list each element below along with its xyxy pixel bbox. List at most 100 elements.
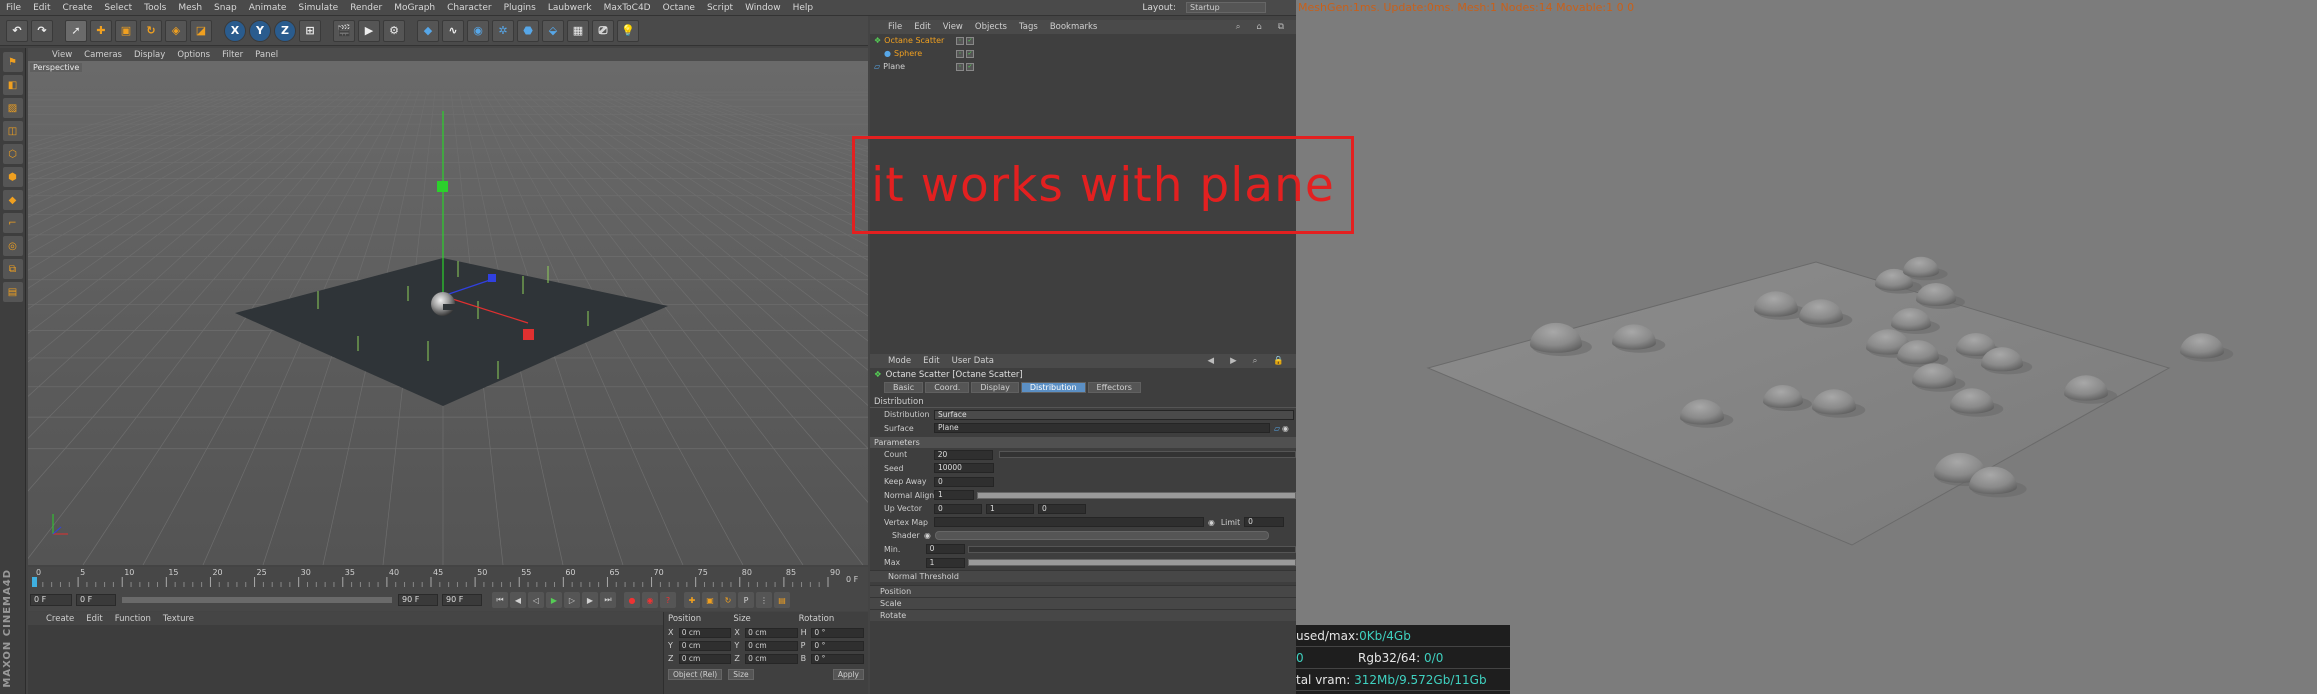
key-scale-icon[interactable]: ▣ — [702, 592, 718, 608]
keep-away-field[interactable]: 0 — [934, 476, 994, 487]
attribute-menu-user-data[interactable]: User Data — [946, 356, 1000, 366]
menu-maxtoc4d[interactable]: MaxToC4D — [598, 3, 657, 13]
render-view-icon[interactable]: 🎬 — [333, 19, 355, 42]
keyframe-selection-icon[interactable]: ? — [660, 592, 676, 608]
key-rotation-icon[interactable]: ↻ — [720, 592, 736, 608]
axis-y-button[interactable]: Y — [249, 19, 271, 42]
menu-mograph[interactable]: MoGraph — [388, 3, 441, 13]
octane-render-viewport[interactable]: MeshGen:1ms. Update:0ms. Mesh:1 Nodes:14… — [1296, 0, 2317, 694]
start-frame-field[interactable]: 0 F — [30, 594, 72, 606]
object-menu-edit[interactable]: Edit — [908, 22, 936, 32]
size-z-field[interactable]: 0 cm — [745, 653, 798, 664]
menu-mesh[interactable]: Mesh — [172, 3, 208, 13]
size-x-field[interactable]: 0 cm — [745, 627, 798, 638]
scene-icon[interactable]: ⬙ — [542, 19, 564, 42]
play-icon[interactable]: ▶ — [546, 592, 562, 608]
home-icon[interactable]: ⌂ — [1251, 22, 1268, 32]
menu-simulate[interactable]: Simulate — [292, 3, 344, 13]
tweak-mode-icon[interactable]: ◎ — [2, 236, 23, 256]
position-x-field[interactable]: 0 cm — [678, 627, 732, 638]
scale-section[interactable]: Scale — [870, 596, 1296, 609]
select-arrow-icon[interactable]: ➚ — [65, 19, 87, 42]
menu-render[interactable]: Render — [344, 3, 388, 13]
max-slider[interactable] — [968, 559, 1297, 567]
camera-icon[interactable]: ⎚ — [592, 19, 614, 42]
axis-x-button[interactable]: X — [224, 19, 246, 42]
move-icon[interactable]: ✚ — [90, 19, 112, 42]
next-frame-icon[interactable]: ▷ — [564, 592, 580, 608]
subdivision-icon[interactable]: ◉ — [467, 19, 489, 42]
parameters-section[interactable]: Parameters — [870, 437, 1296, 448]
rotation-p-field[interactable]: 0 ° — [811, 640, 864, 651]
snap-icon[interactable]: ⧉ — [2, 259, 23, 279]
texture-mode-icon[interactable]: ▨ — [2, 98, 23, 118]
menu-laubwerk[interactable]: Laubwerk — [542, 3, 598, 13]
menu-select[interactable]: Select — [98, 3, 138, 13]
search-icon[interactable]: ⌕ — [1230, 22, 1247, 32]
timeline[interactable]: 0 5 10 15 20 25 30 35 40 45 50 55 60 65 70 75 80 85 90 0 F — [28, 567, 868, 589]
object-row-plane[interactable]: ▱ Plane ◦ ✓ — [870, 60, 1296, 73]
light-icon[interactable]: 💡 — [617, 19, 639, 42]
menu-window[interactable]: Window — [739, 3, 787, 13]
menu-script[interactable]: Script — [701, 3, 739, 13]
workplane-lock-icon[interactable]: ▤ — [2, 282, 23, 302]
deformer-icon[interactable]: ⬣ — [517, 19, 539, 42]
up-vector-y-field[interactable]: 1 — [986, 503, 1034, 514]
menu-file[interactable]: File — [0, 3, 27, 13]
render-settings-icon[interactable]: ⚙ — [383, 19, 405, 42]
material-menu-edit[interactable]: Edit — [80, 614, 108, 624]
menu-create[interactable]: Create — [57, 3, 99, 13]
normal-align-slider[interactable] — [976, 491, 1296, 499]
spline-pen-icon[interactable]: ∿ — [442, 19, 464, 42]
new-view-icon[interactable]: ⧉ — [1272, 22, 1290, 32]
menu-plugins[interactable]: Plugins — [498, 3, 542, 13]
rotation-b-field[interactable]: 0 ° — [811, 653, 864, 664]
make-editable-icon[interactable]: ⚑ — [2, 52, 23, 72]
normal-threshold-section[interactable]: Normal Threshold — [870, 569, 1296, 582]
prev-frame-icon[interactable]: ◁ — [528, 592, 544, 608]
next-key-icon[interactable]: ▶ — [582, 592, 598, 608]
axis-mode-icon[interactable]: ⌐ — [2, 213, 23, 233]
apply-button[interactable]: Apply — [832, 669, 864, 680]
last-tool-icon[interactable]: ◪ — [190, 19, 212, 42]
visibility-icon[interactable]: ◦ — [956, 62, 964, 71]
object-menu-bookmarks[interactable]: Bookmarks — [1044, 22, 1104, 32]
max-field[interactable]: 1 — [925, 557, 966, 568]
viewport-menu-cameras[interactable]: Cameras — [78, 50, 128, 60]
back-arrow-icon[interactable]: ◀ — [1202, 356, 1221, 366]
viewport-menu-panel[interactable]: Panel — [249, 50, 284, 60]
material-menu-create[interactable]: Create — [40, 614, 80, 624]
position-z-field[interactable]: 0 cm — [678, 653, 732, 664]
menu-character[interactable]: Character — [441, 3, 497, 13]
size-y-field[interactable]: 0 cm — [745, 640, 798, 651]
menu-edit[interactable]: Edit — [27, 3, 56, 13]
record-icon[interactable]: ● — [624, 592, 640, 608]
shader-picker-icon[interactable]: ◉ — [924, 531, 931, 540]
position-section[interactable]: Position — [870, 584, 1296, 597]
points-mode-icon[interactable]: ⬡ — [2, 144, 23, 164]
up-vector-z-field[interactable]: 0 — [1038, 503, 1086, 514]
timeline-window-icon[interactable]: ▤ — [774, 592, 790, 608]
count-slider[interactable] — [999, 451, 1296, 459]
tab-display[interactable]: Display — [971, 382, 1019, 393]
link-picker-icon[interactable]: ◉ — [1208, 518, 1215, 527]
preview-end-field[interactable]: 90 F — [442, 594, 482, 606]
prev-key-icon[interactable]: ◀ — [510, 592, 526, 608]
viewport-perspective[interactable]: Perspective — [28, 61, 868, 565]
object-menu-file[interactable]: File — [882, 22, 908, 32]
material-menu-texture[interactable]: Texture — [157, 614, 200, 624]
render-picture-viewer-icon[interactable]: ▶ — [358, 19, 380, 42]
min-field[interactable]: 0 — [925, 544, 966, 555]
surface-link-field[interactable]: Plane — [934, 423, 1270, 434]
forward-arrow-icon[interactable]: ▶ — [1224, 356, 1243, 366]
key-pla-icon[interactable]: ⋮ — [756, 592, 772, 608]
count-field[interactable]: 20 — [933, 449, 994, 460]
rotate-icon[interactable]: ↻ — [140, 19, 162, 42]
enabled-check-icon[interactable]: ✓ — [966, 49, 974, 58]
scale-icon[interactable]: ▣ — [115, 19, 137, 42]
polygons-mode-icon[interactable]: ◆ — [2, 190, 23, 210]
end-frame-field[interactable]: 90 F — [398, 594, 438, 606]
link-picker-icon[interactable]: ◉ — [1282, 424, 1289, 433]
undo-icon[interactable]: ↶ — [6, 19, 28, 42]
object-row-octane-scatter[interactable]: ❖ Octane Scatter ◦ ✓ — [870, 34, 1296, 47]
